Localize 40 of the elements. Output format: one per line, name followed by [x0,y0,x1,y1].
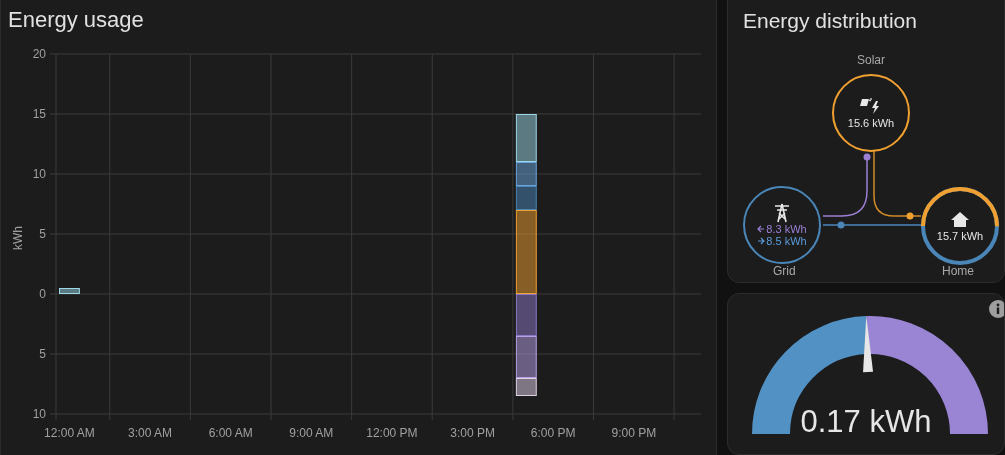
axis-tick-label: 12:00 PM [366,426,418,440]
card-title: Energy usage [7,6,145,34]
axis-tick-label: 20 [32,47,46,61]
power-tower-icon [774,203,790,223]
info-icon[interactable] [989,300,1004,318]
axis-tick-label: 9:00 PM [611,426,657,440]
gauge-value: 0.17 kWh [799,404,933,440]
axis-tick-label: 0 [39,287,46,301]
axis-tick-label: 15 [32,107,46,121]
axis-tick-label: 6:00 PM [530,426,576,440]
node-label: Grid [773,264,796,278]
axis-tick-label: 5 [39,347,46,361]
flow-dot [906,212,914,220]
node-label: Home [942,264,974,278]
flow-dot [837,221,845,229]
axis-title: kWh [11,226,25,250]
flow-dot [863,153,871,161]
energy-value: 15.6 kWh [847,117,895,129]
axis-tick-label: 10 [32,167,46,181]
arrow-left-icon [757,225,766,233]
home-node[interactable]: 15.7 kWh [920,186,1000,266]
solar-panel-icon [860,97,882,115]
axis-tick-label: 12:00 AM [44,426,95,440]
axis-tick-label: 6:00 AM [208,426,253,440]
card-title: Energy distribution [743,9,917,33]
solar-node[interactable]: 15.6 kWh [832,74,910,152]
grid-node[interactable]: 8.3 kWh 8.5 kWh [743,186,821,264]
axis-tick-label: 5 [39,227,46,241]
axis-tick-label: 9:00 AM [289,426,334,440]
flow-line [873,150,922,217]
node-label: Solar [857,53,885,67]
arrow-right-icon [757,237,766,245]
axis-tick-label: 10 [32,407,46,421]
energy-value: 8.5 kWh [766,235,807,247]
axis-tick-label: 3:00 AM [128,426,173,440]
energy-value: 15.7 kWh [936,229,984,242]
energy-value: 8.3 kWh [766,223,807,235]
axis-tick-label: 3:00 PM [450,426,495,440]
home-icon [950,210,970,228]
chart-bar [59,288,80,294]
